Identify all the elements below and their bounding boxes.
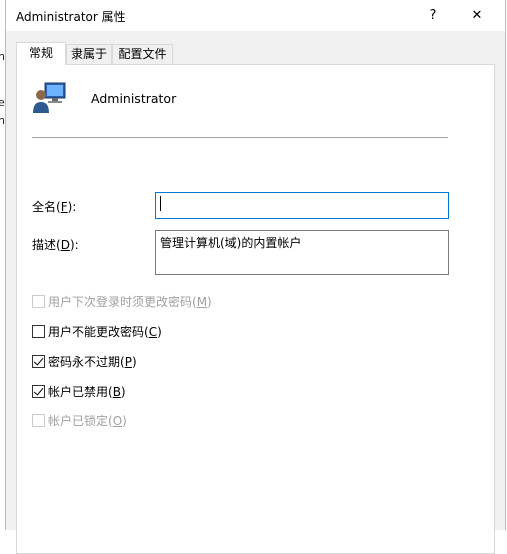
- checkbox-box[interactable]: [32, 385, 45, 398]
- text-caret: [160, 196, 161, 211]
- user-computer-icon: [33, 82, 66, 113]
- checkbox-label: 用户不能更改密码(: [48, 325, 149, 339]
- checkbox-label-suffix: ): [120, 384, 126, 399]
- help-button[interactable]: ?: [411, 0, 455, 31]
- description-label-suffix: ):: [69, 238, 79, 252]
- checkbox-password-never-expires[interactable]: 密码永不过期(P): [32, 353, 137, 370]
- checkbox-label-suffix: ): [122, 413, 127, 428]
- checkbox-must-change-password[interactable]: 用户下次登录时须更改密码(M): [32, 293, 212, 310]
- checkbox-access-key: B: [112, 384, 121, 399]
- fullname-label: 全名(F):: [32, 198, 76, 215]
- description-access-key: D: [60, 238, 70, 252]
- description-value: 管理计算机(域)的内置帐户: [160, 236, 302, 250]
- checkbox-account-disabled[interactable]: 帐户已禁用(B): [32, 383, 126, 400]
- fullname-access-key: F: [60, 200, 68, 214]
- title-bar[interactable]: Administrator 属性 ? ✕: [6, 0, 505, 31]
- window-title: Administrator 属性: [16, 10, 126, 24]
- checkbox-label: 帐户已禁用(: [48, 385, 113, 399]
- checkbox-access-key: P: [124, 354, 132, 369]
- checkbox-box[interactable]: [32, 414, 45, 427]
- close-button[interactable]: ✕: [455, 0, 499, 31]
- checkbox-label: 用户下次登录时须更改密码(: [48, 295, 197, 309]
- checkbox-access-key: C: [148, 324, 158, 339]
- fullname-input[interactable]: [155, 192, 449, 219]
- general-tab-panel: Administrator 全名(F): 描述(D): 管理计算机(域)的内置帐…: [16, 64, 495, 554]
- tab-general[interactable]: 常规: [16, 42, 66, 65]
- checkbox-label: 帐户已锁定(: [48, 414, 113, 428]
- checkbox-label-suffix: ): [157, 324, 162, 339]
- checkbox-account-locked[interactable]: 帐户已锁定(O): [32, 412, 127, 429]
- fullname-label-text: 全名(: [32, 200, 61, 214]
- user-name: Administrator: [91, 91, 177, 106]
- checkbox-cannot-change-password[interactable]: 用户不能更改密码(C): [32, 323, 162, 340]
- dialog-content: 常规 隶属于 配置文件 Administrator 全名(F): 描述(D): …: [6, 31, 505, 554]
- checkbox-access-key: O: [112, 413, 123, 428]
- divider: [32, 137, 448, 138]
- checkbox-label-suffix: ): [207, 294, 212, 309]
- tab-profile[interactable]: 配置文件: [112, 44, 173, 64]
- checkbox-box[interactable]: [32, 355, 45, 368]
- checkbox-label-suffix: ): [131, 354, 137, 369]
- checkbox-box[interactable]: [32, 295, 45, 308]
- description-input[interactable]: 管理计算机(域)的内置帐户: [155, 230, 449, 275]
- checkbox-access-key: M: [196, 294, 208, 309]
- fullname-label-suffix: ):: [67, 200, 77, 214]
- properties-dialog: Administrator 属性 ? ✕ 常规 隶属于 配置文件 Adminis…: [5, 0, 506, 554]
- tab-member-of[interactable]: 隶属于: [66, 44, 112, 64]
- checkbox-box[interactable]: [32, 325, 45, 338]
- description-label-text: 描述(: [32, 238, 61, 252]
- description-label: 描述(D):: [32, 236, 79, 253]
- checkbox-label: 密码永不过期(: [48, 355, 125, 369]
